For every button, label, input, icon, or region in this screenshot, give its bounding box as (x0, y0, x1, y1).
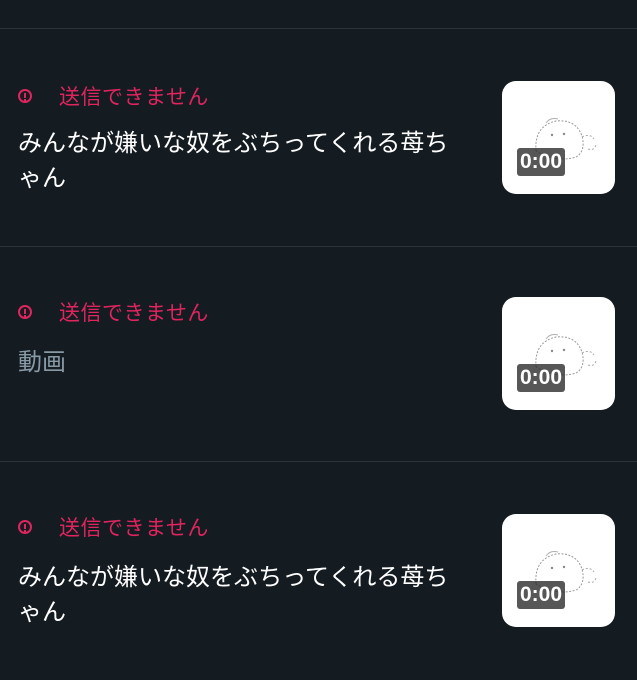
message-list: 送信できません みんなが嫌いな奴をぶちってくれる苺ちゃん 0:00 送信できませ… (0, 0, 637, 680)
alert-circle-icon (18, 305, 32, 319)
send-error-label: 送信できません (59, 516, 209, 540)
alert-circle-icon (18, 89, 32, 103)
message-text: みんなが嫌いな奴をぶちってくれる苺ちゃん (18, 563, 449, 626)
message-text: みんなが嫌いな奴をぶちってくれる苺ちゃん (18, 129, 449, 192)
video-duration: 0:00 (517, 364, 566, 392)
send-error-label: 送信できません (59, 301, 209, 325)
send-error-status[interactable]: 送信できません (18, 82, 209, 110)
video-thumbnail[interactable]: 0:00 (502, 297, 615, 410)
video-thumbnail[interactable]: 0:00 (502, 81, 615, 194)
video-duration: 0:00 (517, 581, 566, 609)
message-item[interactable]: 送信できません みんなが嫌いな奴をぶちってくれる苺ちゃん 0:00 (0, 29, 637, 247)
send-error-status[interactable]: 送信できません (18, 513, 209, 541)
message-item[interactable]: 送信できません 動画 0:00 (0, 247, 637, 462)
video-duration: 0:00 (517, 148, 566, 176)
send-error-status[interactable]: 送信できません (18, 298, 209, 326)
message-item[interactable]: 送信できません みんなが嫌いな奴をぶちってくれる苺ちゃん 0:00 (0, 462, 637, 680)
send-error-label: 送信できません (59, 85, 209, 109)
alert-circle-icon (18, 520, 32, 534)
message-text: 動画 (18, 348, 66, 376)
video-thumbnail[interactable]: 0:00 (502, 514, 615, 627)
